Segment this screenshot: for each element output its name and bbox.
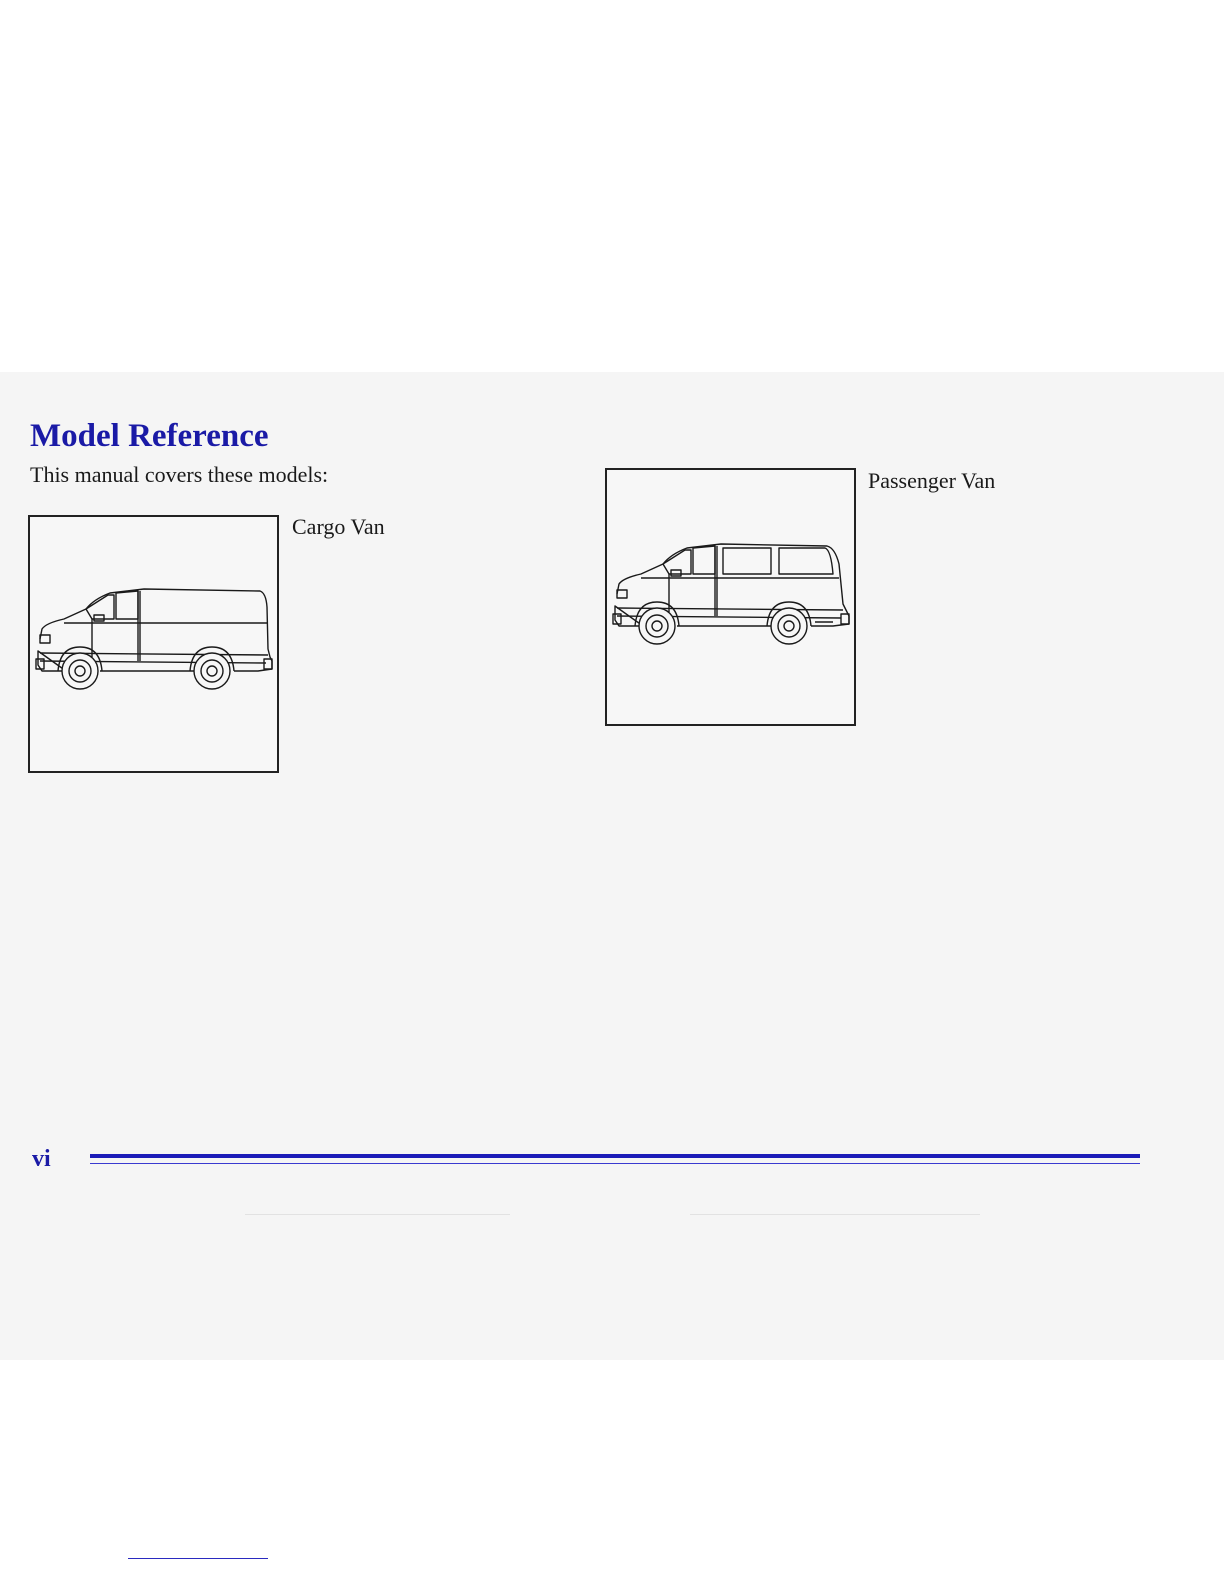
passenger-van-icon <box>612 543 850 645</box>
passenger-van-figure <box>605 468 856 726</box>
cargo-van-icon <box>35 588 273 690</box>
cargo-van-label: Cargo Van <box>292 514 385 539</box>
page-number: vi <box>32 1146 51 1172</box>
faint-divider-left <box>245 1214 510 1215</box>
passenger-van-label: Passenger Van <box>868 468 996 493</box>
page-title: Model Reference <box>30 418 269 454</box>
intro-text: This manual covers these models: <box>30 462 329 487</box>
footer-rule-thick <box>90 1154 1140 1158</box>
faint-divider-right <box>690 1214 980 1215</box>
footer-rule-thin <box>90 1163 1140 1164</box>
bottom-underline <box>128 1558 268 1559</box>
cargo-van-figure <box>28 515 279 773</box>
